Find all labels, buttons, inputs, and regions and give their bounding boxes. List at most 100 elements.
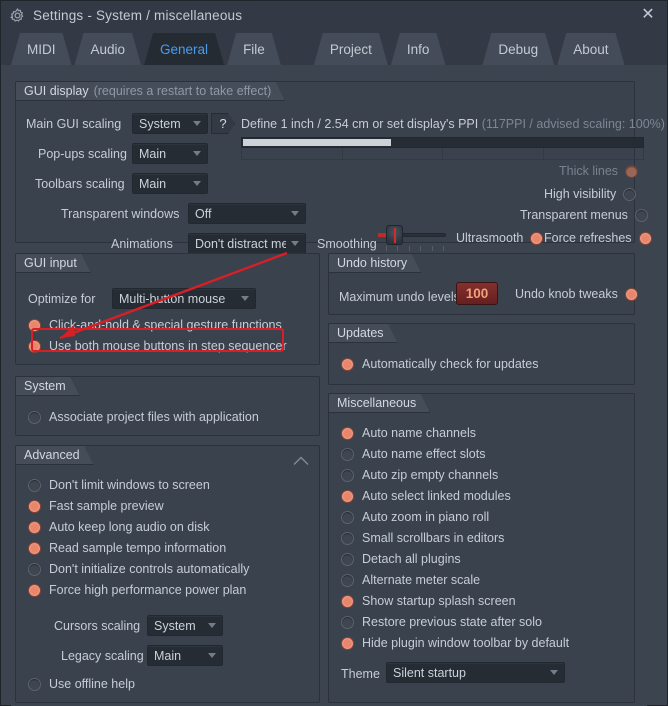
force-refreshes-toggle[interactable]: Force refreshes	[544, 231, 652, 245]
auto-keep-long-audio-label: Auto keep long audio on disk	[49, 520, 210, 534]
fast-sample-preview-radio[interactable]	[28, 499, 41, 513]
restore-previous-state-radio[interactable]	[341, 615, 354, 629]
dont-limit-windows-radio[interactable]	[28, 478, 41, 492]
transparent-menus-toggle[interactable]: Transparent menus	[520, 208, 648, 222]
show-startup-splash-toggle[interactable]: Show startup splash screen	[341, 594, 516, 608]
ultrasmooth-toggle[interactable]: Ultrasmooth	[456, 231, 544, 245]
cursors-scaling-dropdown[interactable]: System	[147, 615, 223, 636]
transparent-menus-radio[interactable]	[634, 208, 648, 222]
restore-previous-state-toggle[interactable]: Restore previous state after solo	[341, 615, 542, 629]
tab-about[interactable]: About	[557, 33, 624, 65]
tab-info[interactable]: Info	[391, 33, 446, 65]
hide-plugin-toolbar-radio[interactable]	[341, 636, 354, 650]
show-startup-splash-radio[interactable]	[341, 594, 354, 608]
undo-knob-tweaks-toggle[interactable]: Undo knob tweaks	[515, 287, 638, 301]
ultrasmooth-radio[interactable]	[530, 231, 544, 245]
auto-name-channels-toggle[interactable]: Auto name channels	[341, 426, 476, 440]
high-visibility-toggle[interactable]: High visibility	[544, 187, 637, 201]
small-scrollbars-toggle[interactable]: Small scrollbars in editors	[341, 531, 504, 545]
chevron-down-icon	[291, 241, 299, 246]
alternate-meter-scale-radio[interactable]	[341, 573, 354, 587]
hide-plugin-toolbar-toggle[interactable]: Hide plugin window toolbar by default	[341, 636, 569, 650]
dont-limit-windows-toggle[interactable]: Don't limit windows to screen	[28, 478, 210, 492]
group-updates: Updates Automatically check for updates	[328, 323, 635, 385]
high-visibility-radio[interactable]	[623, 187, 637, 201]
fast-sample-preview-toggle[interactable]: Fast sample preview	[28, 499, 164, 513]
auto-select-linked-modules-toggle[interactable]: Auto select linked modules	[341, 489, 511, 503]
small-scrollbars-radio[interactable]	[341, 531, 354, 545]
chevron-up-icon[interactable]	[293, 453, 309, 465]
auto-select-linked-modules-radio[interactable]	[341, 489, 354, 503]
ppi-ruler	[241, 148, 644, 160]
legacy-scaling-label: Legacy scaling	[61, 649, 144, 663]
group-gui-display-legend-text: GUI display	[24, 84, 89, 98]
auto-zoom-piano-roll-label: Auto zoom in piano roll	[362, 510, 490, 524]
tab-general[interactable]: General	[144, 33, 224, 65]
close-button[interactable]: ✕	[639, 6, 657, 24]
dont-initialize-controls-radio[interactable]	[28, 562, 41, 576]
both-mouse-buttons-radio[interactable]	[28, 339, 41, 353]
force-high-performance-radio[interactable]	[28, 583, 41, 597]
auto-name-channels-radio[interactable]	[341, 426, 354, 440]
legacy-scaling-dropdown[interactable]: Main	[147, 645, 223, 666]
force-refreshes-radio[interactable]	[638, 231, 652, 245]
undo-knob-tweaks-radio[interactable]	[624, 287, 638, 301]
ruler-segment	[242, 148, 343, 159]
thick-lines-radio[interactable]	[625, 164, 639, 178]
auto-check-updates-radio[interactable]	[341, 357, 354, 371]
force-high-performance-toggle[interactable]: Force high performance power plan	[28, 583, 246, 597]
read-sample-tempo-toggle[interactable]: Read sample tempo information	[28, 541, 226, 555]
auto-name-effect-slots-radio[interactable]	[341, 447, 354, 461]
chevron-down-icon	[208, 623, 216, 628]
auto-check-updates-toggle[interactable]: Automatically check for updates	[341, 357, 538, 371]
auto-name-channels-label: Auto name channels	[362, 426, 476, 440]
tab-file[interactable]: File	[227, 33, 281, 65]
read-sample-tempo-radio[interactable]	[28, 541, 41, 555]
animations-dropdown[interactable]: Don't distract me	[188, 233, 306, 254]
toolbars-scaling-dropdown[interactable]: Main	[132, 173, 208, 194]
click-and-hold-radio[interactable]	[28, 318, 41, 332]
group-advanced: Advanced Don't limit windows to screen F…	[15, 445, 320, 703]
auto-zip-empty-channels-toggle[interactable]: Auto zip empty channels	[341, 468, 498, 482]
ppi-slider-fill	[243, 139, 391, 146]
transparent-windows-dropdown[interactable]: Off	[188, 203, 306, 224]
cursors-scaling-value: System	[154, 618, 196, 633]
detach-all-plugins-toggle[interactable]: Detach all plugins	[341, 552, 461, 566]
detach-all-plugins-radio[interactable]	[341, 552, 354, 566]
tab-project[interactable]: Project	[314, 33, 388, 65]
alternate-meter-scale-label: Alternate meter scale	[362, 573, 481, 587]
auto-name-effect-slots-toggle[interactable]: Auto name effect slots	[341, 447, 485, 461]
thick-lines-toggle[interactable]: Thick lines	[559, 164, 639, 178]
optimize-for-dropdown[interactable]: Multi-button mouse	[112, 288, 256, 309]
auto-keep-long-audio-toggle[interactable]: Auto keep long audio on disk	[28, 520, 210, 534]
use-offline-help-toggle[interactable]: Use offline help	[28, 677, 135, 691]
use-offline-help-radio[interactable]	[28, 677, 41, 691]
smoothing-slider-knob[interactable]	[386, 225, 403, 245]
auto-zoom-piano-roll-toggle[interactable]: Auto zoom in piano roll	[341, 510, 489, 524]
smoothing-label: Smoothing	[317, 237, 377, 251]
associate-project-files-radio[interactable]	[28, 410, 41, 424]
main-gui-scaling-dropdown[interactable]: System	[132, 113, 208, 134]
detach-all-plugins-label: Detach all plugins	[362, 552, 461, 566]
maximum-undo-levels-field[interactable]: 100	[456, 282, 498, 305]
tab-midi[interactable]: MIDI	[11, 33, 72, 65]
ppi-slider[interactable]	[241, 137, 644, 148]
theme-dropdown[interactable]: Silent startup	[386, 662, 565, 683]
popups-scaling-dropdown[interactable]: Main	[132, 143, 208, 164]
tab-debug[interactable]: Debug	[482, 33, 554, 65]
smoothing-slider[interactable]	[378, 224, 446, 252]
ultrasmooth-label: Ultrasmooth	[456, 231, 524, 245]
click-and-hold-toggle[interactable]: Click-and-hold & special gesture functio…	[28, 318, 282, 332]
group-gui-input-legend-text: GUI input	[24, 256, 77, 270]
both-mouse-buttons-toggle[interactable]: Use both mouse buttons in step sequencer	[28, 339, 287, 353]
associate-project-files-toggle[interactable]: Associate project files with application	[28, 410, 259, 424]
auto-zip-empty-channels-radio[interactable]	[341, 468, 354, 482]
auto-keep-long-audio-radio[interactable]	[28, 520, 41, 534]
dont-initialize-controls-toggle[interactable]: Don't initialize controls automatically	[28, 562, 249, 576]
auto-zoom-piano-roll-radio[interactable]	[341, 510, 354, 524]
gear-icon	[10, 7, 24, 22]
help-button[interactable]: ?	[211, 113, 235, 134]
alternate-meter-scale-toggle[interactable]: Alternate meter scale	[341, 573, 480, 587]
tab-audio[interactable]: Audio	[75, 33, 142, 65]
hide-plugin-toolbar-label: Hide plugin window toolbar by default	[362, 636, 570, 650]
